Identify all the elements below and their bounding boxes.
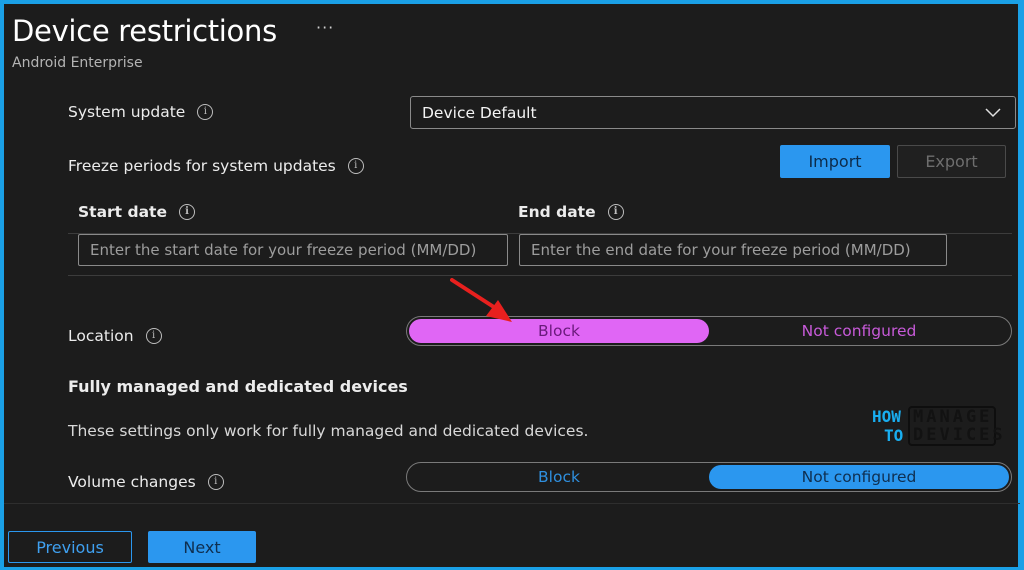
volume-changes-label-text: Volume changes — [68, 473, 196, 491]
location-label-text: Location — [68, 327, 134, 345]
chevron-down-icon — [985, 108, 1001, 118]
end-date-label: End date i — [518, 203, 624, 221]
location-label: Location i — [68, 327, 162, 345]
page-subtitle: Android Enterprise — [12, 55, 143, 71]
start-date-label-text: Start date — [78, 203, 167, 221]
system-update-select[interactable]: Device Default — [410, 96, 1016, 129]
freeze-periods-label-text: Freeze periods for system updates — [68, 157, 336, 175]
volume-changes-toggle[interactable]: Block Not configured — [406, 462, 1012, 492]
previous-button[interactable]: Previous — [8, 531, 132, 563]
end-date-label-text: End date — [518, 203, 596, 221]
info-icon[interactable]: i — [197, 104, 214, 120]
fully-managed-description: These settings only work for fully manag… — [68, 422, 589, 440]
volume-option-block[interactable]: Block — [409, 465, 709, 489]
import-button[interactable]: Import — [780, 145, 890, 178]
next-button[interactable]: Next — [148, 531, 256, 563]
watermark-devices: DEVICES — [913, 425, 1006, 445]
annotation-arrow-icon — [450, 278, 512, 322]
info-icon[interactable]: i — [178, 204, 195, 220]
info-icon[interactable]: i — [347, 158, 364, 174]
export-button[interactable]: Export — [897, 145, 1006, 178]
volume-option-not-configured[interactable]: Not configured — [709, 465, 1009, 489]
system-update-selected-value: Device Default — [422, 103, 537, 122]
fully-managed-heading: Fully managed and dedicated devices — [68, 377, 408, 396]
app-frame: Device restrictions ··· Android Enterpri… — [0, 0, 1024, 570]
volume-changes-label: Volume changes i — [68, 473, 224, 491]
location-option-not-configured[interactable]: Not configured — [709, 319, 1009, 343]
end-date-input[interactable] — [519, 234, 947, 266]
watermark-how: HOW — [872, 407, 901, 426]
watermark-to: TO — [884, 426, 904, 445]
watermark-manage-devices: MANAGE DEVICES — [908, 406, 1006, 446]
table-divider-bottom — [68, 275, 1012, 276]
system-update-label: System update i — [68, 103, 214, 121]
info-icon[interactable]: i — [207, 474, 224, 490]
system-update-label-text: System update — [68, 103, 186, 121]
start-date-input[interactable] — [78, 234, 508, 266]
footer-divider — [4, 503, 1020, 504]
watermark-manage: MANAGE — [913, 407, 993, 427]
page-title: Device restrictions — [12, 14, 277, 48]
more-options-icon[interactable]: ··· — [316, 18, 334, 37]
watermark-logo: HOW TO MANAGE DEVICES — [870, 406, 1006, 448]
freeze-periods-label: Freeze periods for system updates i — [68, 157, 364, 175]
info-icon[interactable]: i — [145, 328, 162, 344]
start-date-label: Start date i — [78, 203, 195, 221]
info-icon[interactable]: i — [607, 204, 624, 220]
